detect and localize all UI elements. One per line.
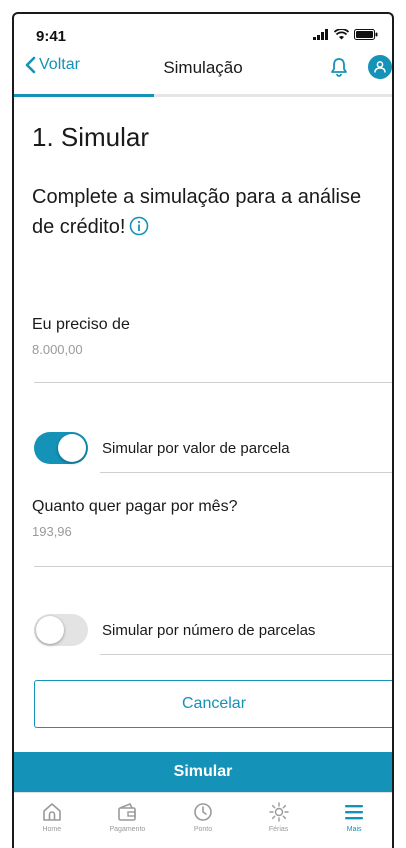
status-bar: 9:41 <box>14 14 392 48</box>
back-button[interactable]: Voltar <box>24 56 80 74</box>
amount-divider <box>34 382 392 383</box>
tab-bar: Home Pagamento Ponto Férias Mais <box>14 792 392 848</box>
signal-icon <box>313 29 328 40</box>
monthly-divider <box>34 566 392 567</box>
tab-ponto[interactable]: Ponto <box>165 793 241 848</box>
toggle-knob <box>58 434 86 462</box>
progress-fill <box>14 94 154 97</box>
amount-input[interactable]: 8.000,00 <box>32 342 83 357</box>
toggle-installment-value[interactable] <box>34 432 88 464</box>
toggle-divider <box>100 472 392 473</box>
tab-home[interactable]: Home <box>14 793 90 848</box>
phone-screen: 9:41 Voltar Simulação 1. Simular Complet… <box>12 12 394 848</box>
info-icon[interactable] <box>129 216 149 236</box>
intro-text: Complete a simulação para a análise de c… <box>32 182 362 242</box>
toggle-installment-count[interactable] <box>34 614 88 646</box>
battery-icon <box>354 29 378 40</box>
back-label: Voltar <box>39 56 80 73</box>
progress-bar <box>14 94 392 97</box>
chevron-left-icon <box>25 56 36 74</box>
tab-label: Home <box>42 826 62 833</box>
sun-icon <box>268 802 289 822</box>
nav-bar: Voltar Simulação <box>14 52 392 92</box>
avatar[interactable] <box>368 55 392 79</box>
status-time: 9:41 <box>36 28 67 45</box>
wallet-icon <box>118 803 137 821</box>
cancel-button[interactable]: Cancelar <box>34 680 392 728</box>
clock-icon <box>194 803 212 821</box>
amount-label: Eu preciso de <box>32 316 130 333</box>
tab-label: Ponto <box>193 826 213 833</box>
notification-button[interactable] <box>330 57 348 82</box>
simulate-button[interactable]: Simular <box>14 752 392 792</box>
toggle-knob <box>36 616 64 644</box>
menu-icon <box>345 805 364 820</box>
tab-label: Pagamento <box>109 826 146 833</box>
toggle-installment-count-label: Simular por número de parcelas <box>102 622 316 639</box>
monthly-input[interactable]: 193,96 <box>32 524 72 539</box>
tab-mais[interactable]: Mais <box>316 793 392 848</box>
home-icon <box>42 803 61 821</box>
toggle-divider <box>100 654 392 655</box>
intro-label: Complete a simulação para a análise de c… <box>32 186 362 238</box>
bell-icon <box>331 58 347 77</box>
tab-ferias[interactable]: Férias <box>241 793 317 848</box>
user-icon <box>374 61 386 73</box>
wifi-icon <box>334 29 349 40</box>
tab-pagamento[interactable]: Pagamento <box>90 793 166 848</box>
monthly-label: Quanto quer pagar por mês? <box>32 498 238 515</box>
tab-label: Férias <box>268 826 289 833</box>
tab-label: Mais <box>346 826 362 833</box>
toggle-installment-value-label: Simular por valor de parcela <box>102 440 290 457</box>
status-icons <box>313 29 378 40</box>
step-title: 1. Simular <box>32 122 150 152</box>
